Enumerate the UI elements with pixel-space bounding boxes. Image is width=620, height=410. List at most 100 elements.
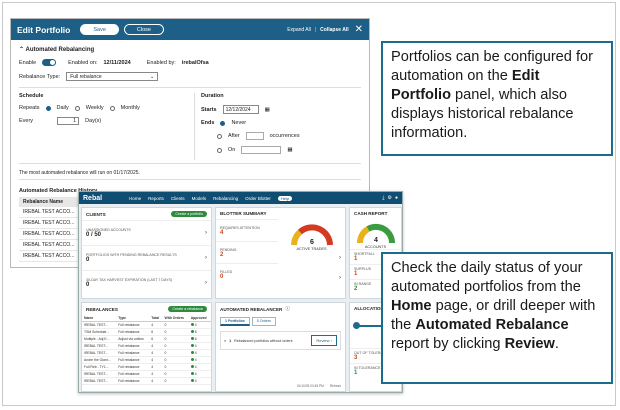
approved-count: 4 [194, 344, 197, 348]
nav-reports[interactable]: Reports [148, 196, 164, 201]
table-cell: 4 [149, 377, 163, 385]
pending-results-label: PORTFOLIOS WITH PENDING REBALANCE RESULT… [86, 253, 177, 257]
table-cell: Full rebalance [116, 328, 150, 336]
download-icon[interactable]: ⤓ [382, 195, 384, 201]
table-cell: TSM Schedule... [82, 328, 117, 336]
blotter-list: REQUIRES ATTENTION 4 PENDING 2 FILLED 0 [216, 219, 278, 285]
table-cell: 0 [162, 363, 189, 371]
table-cell: 0 [162, 377, 189, 385]
automated-rebalancing-section-header[interactable]: ⌃ Automated Rebalancing [19, 46, 361, 53]
ends-on-row: On ▦ [201, 146, 300, 154]
clients-card: CLIENTS Create a portfolio UNASSIGNED AC… [81, 207, 212, 299]
table-row[interactable]: IREBAL TEST... Full rebalance 4 0 4 [82, 377, 211, 385]
table-cell: Andre the Giant... [82, 356, 117, 364]
table-cell: IREBAL TEST... [82, 370, 117, 378]
tab-orders[interactable]: 5 Orders [251, 317, 276, 326]
approved-count: 4 [194, 372, 197, 376]
save-button[interactable]: Save [80, 24, 119, 35]
ends-on-date-input[interactable] [241, 146, 282, 154]
table-cell: IREBAL TEST... [82, 349, 117, 357]
info-icon[interactable]: ⓘ [285, 306, 290, 312]
ends-after-radio[interactable] [217, 133, 222, 139]
check-icon: ● [224, 338, 227, 343]
clients-unassigned[interactable]: UNASSIGNED ACCOUNTS 0 / 50 › [82, 220, 211, 245]
table-row[interactable]: Full Reb - TY1... Full rebalance 4 0 4 [82, 363, 211, 371]
nav-order-blotter[interactable]: Order Blotter [245, 196, 271, 201]
table-cell: 6 [149, 335, 163, 343]
table-row[interactable]: IREBAL TEST... Full rebalance 4 0 4 [82, 321, 211, 329]
callout-text: . [554, 336, 559, 352]
every-input[interactable]: 1 [57, 117, 80, 125]
nav-home[interactable]: Home [129, 196, 141, 201]
cash-gauge: 4 [350, 219, 401, 245]
close-icon[interactable]: ✕ [355, 24, 363, 35]
table-row[interactable]: Andre the Giant... Full rebalance 4 0 4 [82, 356, 211, 364]
nav-models[interactable]: Models [192, 196, 207, 201]
repeat-weekly-radio[interactable] [74, 105, 80, 111]
chevron-right-icon: › [205, 230, 207, 236]
callout-bold: Automated Rebalance [415, 317, 569, 333]
table-row[interactable]: IREBAL TEST... Full rebalance 4 0 4 [82, 342, 211, 350]
rebalances-card: REBALANCES Create a rebalance Name Type … [81, 302, 212, 392]
blotter-filled[interactable]: FILLED 0 [216, 263, 278, 285]
blotter-gauge-label: ACTIVE TRADES [296, 247, 327, 251]
enabled-by-label: Enabled by: [146, 59, 176, 66]
nav-rebalancing[interactable]: Rebalancing [213, 196, 238, 201]
blotter-pending[interactable]: PENDING 2 [216, 241, 278, 263]
chevron-right-icon[interactable]: › [339, 255, 341, 261]
nav-clients[interactable]: Clients [171, 196, 185, 201]
clients-pending[interactable]: PORTFOLIOS WITH PENDING REBALANCE RESULT… [82, 245, 211, 270]
tax-harvest-value: 0 [86, 282, 90, 288]
in-tolerance-label: IN TOLERANCE [354, 366, 381, 370]
table-row[interactable]: TSM Schedule... Full rebalance 6 0 6 [82, 328, 211, 336]
starts-date-input[interactable]: 12/12/2024 [222, 105, 259, 114]
ends-never-radio[interactable] [220, 120, 226, 126]
rebal-dashboard: Rebal Home Reports Clients Models Rebala… [78, 191, 403, 393]
divider [19, 179, 361, 180]
requires-attention-label: REQUIRES ATTENTION [220, 225, 260, 230]
user-icon[interactable]: ● [395, 195, 398, 201]
clients-tax-harvest[interactable]: 30-DAY TAX HARVEST EXPIRATION (LAST 7 DA… [82, 270, 211, 295]
table-cell: 4 [188, 377, 211, 385]
review-button[interactable]: Review › [311, 335, 337, 346]
calendar-icon[interactable]: ▦ [265, 107, 270, 113]
close-button[interactable]: Close [123, 24, 164, 35]
enable-toggle[interactable] [42, 59, 57, 66]
rebal-topbar: Rebal Home Reports Clients Models Rebala… [79, 192, 402, 204]
table-row[interactable]: Multiple - Adj E... Adjust via unflow 6 0 6 [82, 335, 211, 343]
table-cell: Full rebalance [116, 356, 150, 364]
repeat-daily-radio[interactable] [45, 105, 51, 111]
calendar-icon[interactable]: ▦ [287, 147, 292, 153]
approved-count: 4 [194, 358, 197, 362]
tab-portfolios[interactable]: 1 Portfolios [220, 317, 250, 326]
rebal-logo[interactable]: Rebal [83, 195, 102, 202]
rebalance-type-value: Full rebalance [70, 74, 102, 80]
occurrences-input[interactable] [245, 132, 264, 140]
status-dot-icon [190, 372, 194, 375]
create-portfolio-button[interactable]: Create a portfolio [171, 211, 207, 217]
blotter-gauge-svg: 6 [290, 224, 333, 246]
refresh-link[interactable]: Refresh [330, 384, 341, 388]
table-cell: IREBAL TEST... [82, 377, 117, 385]
create-rebalance-button[interactable]: Create a rebalance [168, 306, 207, 312]
chevron-right-icon[interactable]: › [339, 275, 341, 281]
automated-rebalancer-title: AUTOMATED REBALANCER ⓘ [216, 303, 345, 315]
approved-count: 4 [194, 323, 197, 327]
link-separator: | [314, 26, 317, 33]
table-row[interactable]: IREBAL TEST... Full rebalance 4 0 4 [82, 370, 211, 378]
filled-label: FILLED [220, 269, 233, 274]
rebalance-type-select[interactable]: Full rebalance ⌄ [66, 72, 159, 81]
help-menu[interactable]: Help [277, 195, 293, 201]
collapse-all-link[interactable]: Collapse All [320, 27, 348, 33]
repeat-monthly-radio[interactable] [109, 105, 115, 111]
expand-all-link[interactable]: Expand All [287, 27, 311, 33]
pending-results-value: 0 [86, 257, 90, 263]
blotter-chevrons: › › [278, 255, 345, 281]
ends-on-radio[interactable] [217, 147, 222, 153]
gear-icon[interactable]: ⚙ [387, 195, 391, 201]
every-row: Every 1 Day(s) [19, 117, 194, 125]
blotter-requires-attention[interactable]: REQUIRES ATTENTION 4 [216, 219, 278, 241]
next-run-note: The most automated rebalance will run on… [19, 170, 140, 176]
table-cell: 0 [162, 349, 189, 357]
table-row[interactable]: IREBAL TEST... Full rebalance 4 0 4 [82, 349, 211, 357]
